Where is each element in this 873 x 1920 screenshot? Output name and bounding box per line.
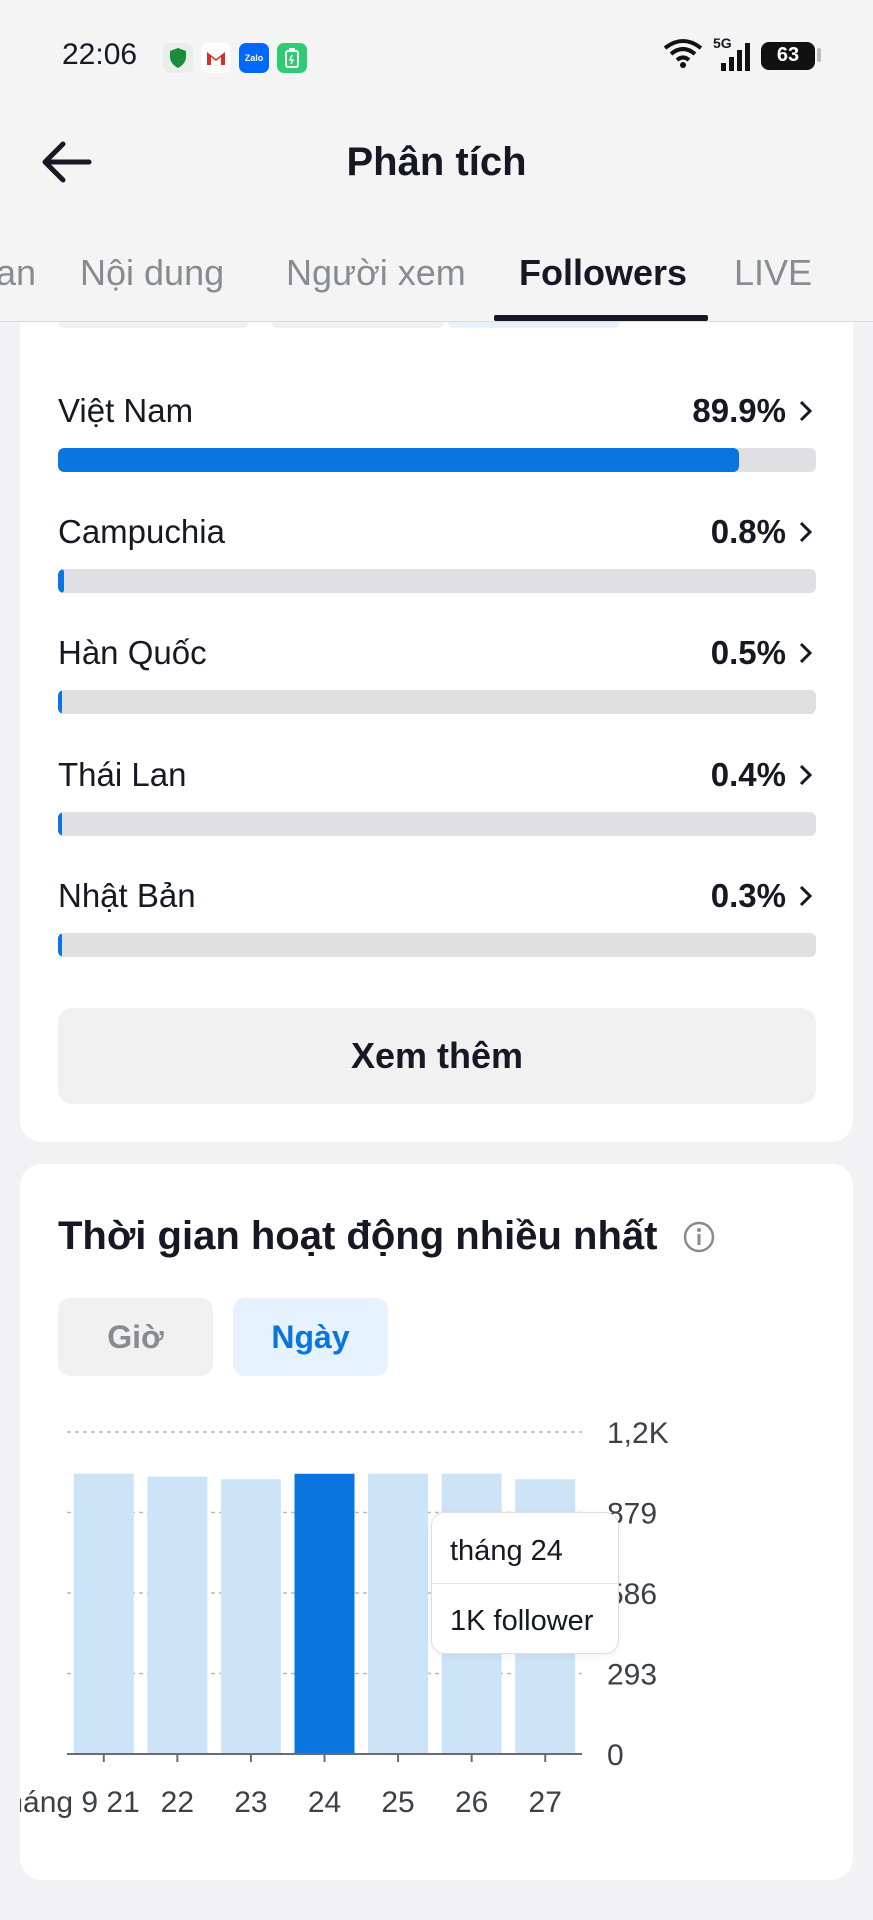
tab-viewers[interactable]: Người xem: [286, 252, 466, 294]
wifi-icon: [663, 38, 703, 73]
x-tick-label: 24: [308, 1786, 341, 1819]
country-bar-track: [58, 448, 816, 472]
country-bar-fill: [58, 690, 62, 714]
activity-card: Thời gian hoạt động nhiều nhất Giờ Ngày …: [20, 1164, 853, 1880]
chevron-right-icon: [799, 400, 813, 422]
battery-indicator: 63: [761, 41, 821, 70]
signal-icon: 5G: [713, 35, 751, 73]
tab-live[interactable]: LIVE: [734, 252, 812, 294]
tooltip-divider: [432, 1583, 618, 1584]
filter-chip[interactable]: [58, 322, 248, 328]
filter-chip[interactable]: [272, 322, 444, 328]
country-row-cambodia[interactable]: Campuchia 0.8%: [58, 513, 816, 603]
country-bar-fill: [58, 569, 65, 593]
x-tick-label: háng 9 21: [20, 1786, 140, 1819]
country-name: Nhật Bản: [58, 877, 196, 914]
country-percent: 0.3%: [710, 877, 786, 914]
x-tick-label: 27: [529, 1786, 562, 1819]
tooltip-date: tháng 24: [450, 1535, 563, 1567]
status-time: 22:06: [62, 38, 138, 71]
country-percent: 0.5%: [710, 634, 786, 671]
bar: [368, 1473, 429, 1754]
country-name: Campuchia: [58, 513, 225, 550]
country-row-japan[interactable]: Nhật Bản 0.3%: [58, 877, 816, 967]
country-bar-track: [58, 812, 816, 836]
zalo-icon: Zalo: [239, 43, 269, 73]
tab-followers[interactable]: Followers: [519, 252, 687, 294]
tab-overview[interactable]: an: [0, 252, 36, 294]
shield-icon: [163, 43, 193, 73]
y-tick-label: 293: [607, 1659, 657, 1692]
chevron-right-icon: [799, 521, 813, 543]
chevron-right-icon: [799, 764, 813, 786]
country-name: Việt Nam: [58, 392, 194, 429]
y-tick-label: 0: [607, 1739, 624, 1772]
country-name: Hàn Quốc: [58, 634, 207, 671]
country-row-thailand[interactable]: Thái Lan 0.4%: [58, 756, 816, 846]
country-bar-track: [58, 690, 816, 714]
bar-highlighted: [294, 1473, 355, 1754]
x-tick-label: 22: [161, 1786, 194, 1819]
tab-bar: an Nội dung Người xem Followers LIVE: [0, 212, 873, 322]
page-title: Phân tích: [346, 140, 527, 184]
tab-content[interactable]: Nội dung: [80, 252, 224, 294]
app-header: Phân tích: [0, 110, 873, 212]
country-row-korea[interactable]: Hàn Quốc 0.5%: [58, 634, 816, 724]
countries-card: Việt Nam 89.9% Campuchia 0.8% Hàn Quốc 0…: [20, 322, 853, 1142]
country-percent: 0.8%: [710, 513, 786, 550]
country-bar-track: [58, 933, 816, 957]
x-tick-label: 25: [381, 1786, 414, 1819]
active-tab-indicator: [494, 315, 708, 321]
battery-saver-icon: [277, 43, 307, 73]
bar: [147, 1476, 208, 1754]
country-percent: 0.4%: [710, 756, 786, 793]
status-bar: 22:06 Zalo 5G 63: [0, 0, 873, 110]
notification-icons: Zalo: [163, 43, 307, 73]
bar: [73, 1473, 134, 1754]
country-row-vietnam[interactable]: Việt Nam 89.9%: [58, 392, 816, 482]
country-bar-track: [58, 569, 816, 593]
country-bar-fill: [58, 448, 740, 472]
chart-tooltip: tháng 24 1K follower: [431, 1512, 619, 1654]
country-percent: 89.9%: [692, 392, 786, 429]
y-tick-label: 1,2K: [607, 1417, 669, 1450]
see-more-button[interactable]: Xem thêm: [58, 1008, 816, 1104]
country-bar-fill: [58, 933, 62, 957]
system-icons: 5G 63: [663, 35, 821, 73]
chevron-right-icon: [799, 885, 813, 907]
tooltip-value: 1K follower: [450, 1605, 594, 1637]
chevron-right-icon: [799, 642, 813, 664]
country-bar-fill: [58, 812, 62, 836]
bar: [220, 1479, 281, 1754]
country-name: Thái Lan: [58, 756, 187, 793]
x-tick-label: 23: [234, 1786, 267, 1819]
gmail-icon: [201, 43, 231, 73]
filter-chip[interactable]: [448, 322, 620, 328]
x-tick-label: 26: [455, 1786, 488, 1819]
